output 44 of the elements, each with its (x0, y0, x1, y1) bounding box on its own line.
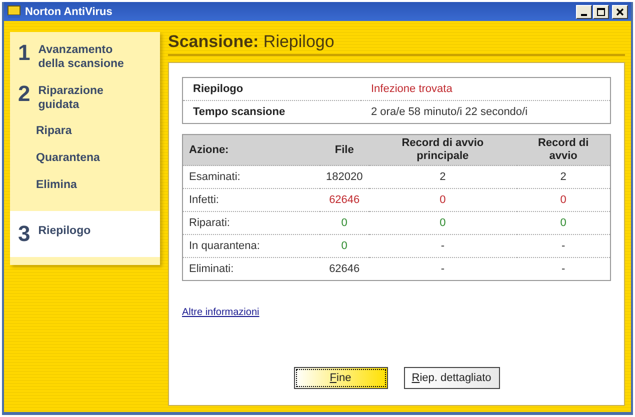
close-button[interactable] (612, 4, 628, 18)
maximize-icon (596, 6, 606, 16)
sidebar-step[interactable]: 3 Riepilogo (10, 211, 160, 257)
summary-label: Tempo scansione (182, 100, 361, 124)
table-cell: - (368, 234, 517, 258)
table-cell: 0 (516, 212, 610, 234)
sidebar-item[interactable]: Quarantena (10, 147, 160, 174)
sidebar-item[interactable]: Elimina (10, 174, 160, 201)
close-icon (615, 6, 625, 16)
more-info-link[interactable]: Altre informazioni (182, 307, 260, 318)
table-cell: - (516, 258, 610, 280)
column-header: File (320, 134, 369, 166)
sidebar-item[interactable]: Ripara (10, 120, 160, 147)
summary-label: Riepilogo (182, 78, 361, 100)
table-cell: 0 (320, 212, 369, 234)
table-cell: 62646 (320, 188, 369, 212)
app-icon (7, 4, 21, 18)
minimize-icon (581, 14, 587, 16)
row-label: Infetti: (182, 188, 320, 212)
summary-value: Infezione trovata (361, 78, 610, 100)
column-header: Azione: (182, 134, 320, 166)
table-cell: 0 (368, 212, 517, 234)
dialog-button[interactable]: Riep. dettagliato (404, 367, 500, 389)
table-cell: - (516, 234, 610, 258)
row-label: Riparati: (182, 212, 320, 234)
table-cell: 2 (516, 166, 610, 188)
minimize-button[interactable] (576, 4, 592, 18)
page-heading: Scansione: Riepilogo (168, 32, 625, 56)
table-cell: 0 (368, 188, 517, 212)
dialog-button[interactable]: Fine (294, 367, 388, 389)
table-cell: 0 (516, 188, 610, 212)
maximize-button[interactable] (593, 4, 609, 18)
row-label: Esaminati: (182, 166, 320, 188)
table-cell: 182020 (320, 166, 369, 188)
window-title: Norton AntiVirus (25, 6, 114, 18)
row-label: In quarantena: (182, 234, 320, 258)
table-cell: - (368, 258, 517, 280)
row-label: Eliminati: (182, 258, 320, 280)
column-header: Record di avvio principale (368, 134, 517, 166)
table-cell: 2 (368, 166, 517, 188)
table-cell: 0 (320, 234, 369, 258)
column-header: Record di avvio (516, 134, 610, 166)
summary-value: 2 ora/e 58 minuto/i 22 secondo/i (361, 100, 610, 124)
table-cell: 62646 (320, 258, 369, 280)
